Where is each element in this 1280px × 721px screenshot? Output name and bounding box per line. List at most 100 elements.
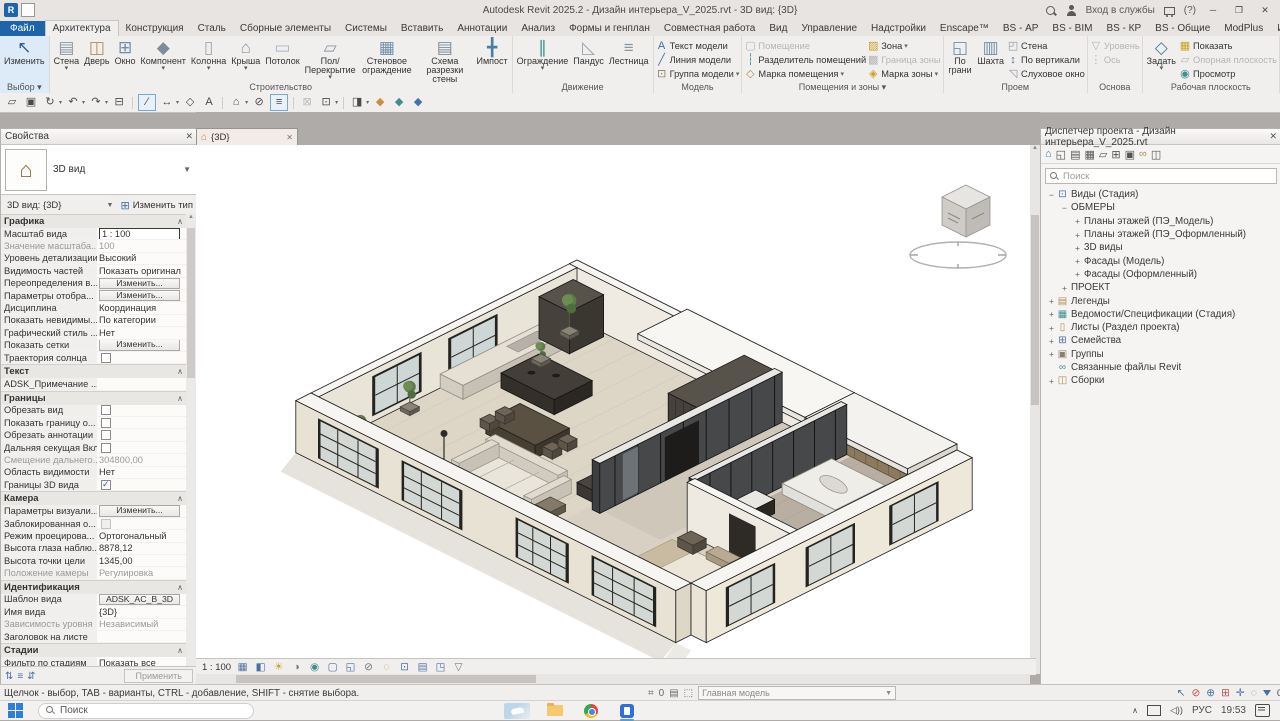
expand-icon[interactable]: + (1073, 230, 1082, 240)
manage-tool-icon[interactable]: ◆ (410, 95, 426, 110)
button-стеновое-ограждение[interactable]: ▦Стеновое ограждение (359, 37, 415, 76)
tab-enscape-[interactable]: Enscape™ (933, 21, 996, 36)
button-колонна[interactable]: ▯Колонна▾ (189, 37, 228, 72)
tab-управление[interactable]: Управление (794, 21, 864, 36)
tab-modplus[interactable]: ModPlus (1217, 21, 1270, 36)
horizontal-scrollbar[interactable] (196, 674, 1030, 684)
tree-item[interactable]: −⊡Виды (Стадия) (1041, 188, 1280, 201)
button-схема-разрезки-стены[interactable]: ▤Схема разрезки стены (416, 37, 473, 86)
browser-search-input[interactable]: Поиск (1045, 168, 1277, 184)
property-input[interactable]: 1 : 100 (99, 228, 180, 239)
render-icon[interactable]: ◉ (308, 661, 321, 673)
tag-icon[interactable]: ◇ (182, 95, 198, 110)
expand-icon[interactable]: + (1047, 349, 1056, 359)
dropdown-arrow-icon[interactable]: ▾ (244, 66, 248, 71)
family-tool-icon[interactable]: ⊞ (1111, 148, 1120, 161)
checkbox-unchecked[interactable] (101, 405, 111, 415)
button-пол/перекрытие[interactable]: ▱Пол/Перекрытие▾ (303, 37, 358, 81)
property-value[interactable] (97, 405, 186, 416)
tab-анализ[interactable]: Анализ (514, 21, 562, 36)
tab-системы[interactable]: Системы (338, 21, 394, 36)
property-value[interactable]: ADSK_AC_B_3D (97, 594, 186, 605)
button-изменить[interactable]: ↖Изменить (2, 37, 47, 67)
tab-сталь[interactable]: Сталь (191, 21, 233, 36)
button-стена[interactable]: ▤Стена▾ (52, 37, 82, 72)
weather-widget[interactable] (504, 703, 530, 719)
button-слуховое-окно[interactable]: ◹Слуховое окно (1007, 67, 1085, 80)
view-tab-3d[interactable]: ⌂ {3D} ✕ (196, 128, 298, 145)
worksets-icon[interactable]: ⌗ (648, 688, 654, 699)
open-icon[interactable]: ▱ (4, 95, 20, 110)
dropdown-arrow-icon[interactable]: ▾ (176, 99, 179, 106)
collapse-icon[interactable]: ∧ (177, 646, 183, 655)
checkbox-unchecked[interactable] (101, 418, 111, 428)
dropdown-arrow-icon[interactable]: ▾ (335, 99, 338, 106)
active-app-icon[interactable] (616, 703, 638, 719)
design-option-select[interactable]: Главная модель▼ (698, 686, 896, 700)
default-3d-view-icon[interactable]: ⌂ (228, 95, 244, 110)
button-компонент[interactable]: ◆Компонент▾ (139, 37, 188, 72)
tree-item[interactable]: +◫Сборки (1041, 374, 1280, 387)
checkbox-unchecked[interactable] (101, 353, 111, 363)
visual-style-icon[interactable]: ◧ (254, 661, 267, 673)
measure-icon[interactable]: ∕ (138, 94, 156, 111)
collapse-icon[interactable]: − (1060, 203, 1069, 213)
property-value[interactable]: Высокий (97, 253, 186, 264)
edit-type-button[interactable]: ⊞ Изменить тип (116, 199, 197, 212)
property-value[interactable]: Изменить... (97, 340, 186, 351)
select-pinned-icon[interactable]: ⊕ (1206, 687, 1215, 699)
sync-icon[interactable]: ↻ (42, 95, 58, 110)
home-icon[interactable]: ⌂ (1045, 148, 1052, 160)
button-разделитель-помещений[interactable]: ┆Разделитель помещений (744, 53, 866, 66)
tree-item[interactable]: +Планы этажей (ПЭ_Оформленный) (1041, 228, 1280, 241)
taskbar-search[interactable]: Поиск (38, 703, 254, 719)
shadows-icon[interactable]: ◑ (290, 661, 303, 673)
store-cart-icon[interactable] (1163, 4, 1176, 17)
drag-on-selection-icon[interactable]: ✛ (1236, 687, 1245, 699)
expand-icon[interactable]: + (1073, 269, 1082, 279)
button-линия-модели[interactable]: ╱Линия модели (656, 53, 740, 66)
search-help-icon[interactable] (1044, 4, 1057, 17)
property-value[interactable]: По категории (97, 315, 186, 326)
property-value[interactable] (97, 518, 186, 529)
tree-item[interactable]: +ПРОЕКТ (1041, 281, 1280, 294)
button-импост[interactable]: ╋Импост (475, 37, 510, 67)
property-value[interactable]: 1345,00 (97, 555, 186, 566)
tree-item[interactable]: −ОБМЕРЫ (1041, 201, 1280, 214)
file-explorer-icon[interactable] (544, 703, 566, 719)
constraints-icon[interactable]: ▽ (452, 661, 465, 673)
button-группа-модели[interactable]: ⊡Группа модели▾ (656, 67, 740, 80)
property-value[interactable]: Изменить... (97, 290, 186, 301)
collapse-icon[interactable]: ∧ (177, 494, 183, 503)
view-scale-button[interactable]: 1 : 100 (202, 662, 231, 673)
text-icon[interactable]: A (201, 95, 217, 110)
undo-icon[interactable]: ↶ (65, 95, 81, 110)
tab-вид[interactable]: Вид (762, 21, 794, 36)
dropdown-arrow-icon[interactable]: ▾ (82, 99, 85, 106)
section-icon[interactable]: ⊘ (251, 95, 267, 110)
views-tool-icon[interactable]: ◱ (1056, 148, 1066, 161)
button-потолок[interactable]: ▭Потолок (263, 37, 301, 67)
tree-item[interactable]: +▯Листы (Раздел проекта) (1041, 321, 1280, 334)
tree-item[interactable]: ∞Связанные файлы Revit (1041, 361, 1280, 374)
tree-item[interactable]: +▤Легенды (1041, 294, 1280, 307)
property-value[interactable]: Изменить... (97, 505, 186, 516)
crop-view-icon[interactable]: ▢ (326, 661, 339, 673)
button-марка-помещения[interactable]: ◇Марка помещения▾ (744, 67, 866, 80)
select-by-face-icon[interactable]: ⊞ (1221, 687, 1230, 699)
model-canvas[interactable] (196, 145, 1030, 658)
expand-icon[interactable]: + (1047, 296, 1056, 306)
schedule-tool-icon[interactable]: ▦ (1084, 148, 1094, 161)
minimize-button[interactable]: ─ (1204, 5, 1222, 15)
tree-item[interactable]: +▣Группы (1041, 348, 1280, 361)
family-tool-icon[interactable]: ◆ (372, 95, 388, 110)
checkbox-unchecked[interactable] (101, 430, 111, 440)
property-value[interactable]: 1 : 100 (97, 228, 186, 239)
filter-icon[interactable] (1263, 690, 1271, 696)
tab-аннотации[interactable]: Аннотации (450, 21, 514, 36)
button-по-вертикали[interactable]: ↕По вертикали (1007, 53, 1085, 66)
tree-item[interactable]: +Фасады (Оформленный) (1041, 268, 1280, 281)
property-value[interactable]: Показать оригинал (97, 265, 186, 276)
tab-вставить[interactable]: Вставить (394, 21, 450, 36)
tab-надстройки[interactable]: Надстройки (864, 21, 933, 36)
